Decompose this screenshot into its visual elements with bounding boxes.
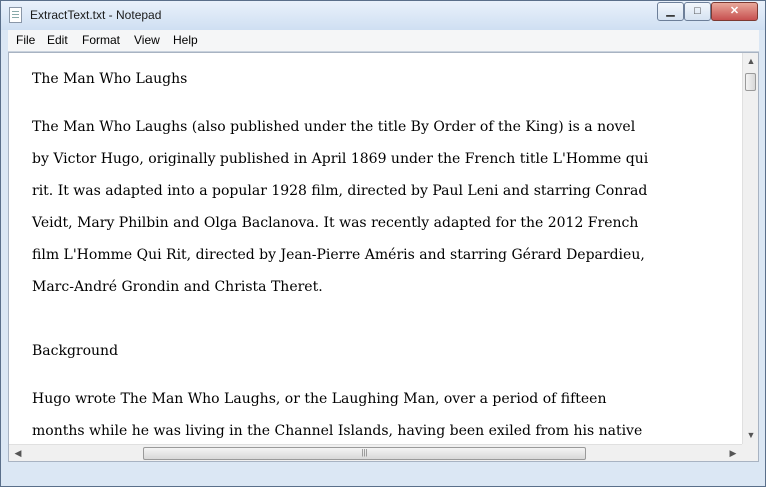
notepad-icon[interactable] [9, 7, 22, 23]
text-line: Hugo wrote The Man Who Laughs, or the La… [32, 391, 607, 407]
menu-file[interactable]: File [16, 33, 35, 47]
vertical-scroll-thumb[interactable] [745, 73, 756, 91]
menu-view[interactable]: View [134, 33, 160, 47]
scroll-down-arrow-icon[interactable]: ▼ [743, 428, 758, 443]
scroll-left-arrow-icon[interactable]: ◀ [10, 446, 26, 461]
minimize-button[interactable]: ▁ [657, 2, 684, 21]
menu-help[interactable]: Help [173, 33, 198, 47]
text-line: film L'Homme Qui Rit, directed by Jean-P… [32, 247, 645, 263]
text-line: by Victor Hugo, originally published in … [32, 151, 649, 167]
text-line: Background [32, 343, 119, 359]
horizontal-scrollbar[interactable]: ◀ ||| ▶ [9, 444, 742, 461]
notepad-window: ExtractText.txt - Notepad ▁ □ ✕ File Edi… [0, 0, 766, 487]
menu-edit[interactable]: Edit [47, 33, 68, 47]
title-bar[interactable]: ExtractText.txt - Notepad ▁ □ ✕ [1, 1, 765, 30]
text-line: Marc-André Grondin and Christa Theret. [32, 279, 323, 295]
text-line: The Man Who Laughs [32, 71, 188, 87]
scrollbar-corner [742, 444, 758, 461]
maximize-button[interactable]: □ [684, 2, 711, 21]
close-button[interactable]: ✕ [711, 2, 758, 21]
text-editor[interactable]: The Man Who Laughs The Man Who Laughs (a… [8, 52, 759, 462]
scroll-up-arrow-icon[interactable]: ▲ [743, 54, 758, 69]
horizontal-scroll-thumb[interactable]: ||| [143, 447, 586, 460]
scroll-right-arrow-icon[interactable]: ▶ [725, 446, 741, 461]
text-line: The Man Who Laughs (also published under… [32, 119, 636, 135]
menu-format[interactable]: Format [82, 33, 120, 47]
window-title: ExtractText.txt - Notepad [30, 8, 162, 22]
text-area[interactable]: The Man Who Laughs The Man Who Laughs (a… [9, 53, 739, 444]
menu-bar: File Edit Format View Help [8, 30, 759, 52]
text-line: rit. It was adapted into a popular 1928 … [32, 183, 648, 199]
vertical-scrollbar[interactable]: ▲ ▼ [742, 53, 758, 444]
text-line: months while he was living in the Channe… [32, 423, 643, 439]
text-line: Veidt, Mary Philbin and Olga Baclanova. … [32, 215, 639, 231]
